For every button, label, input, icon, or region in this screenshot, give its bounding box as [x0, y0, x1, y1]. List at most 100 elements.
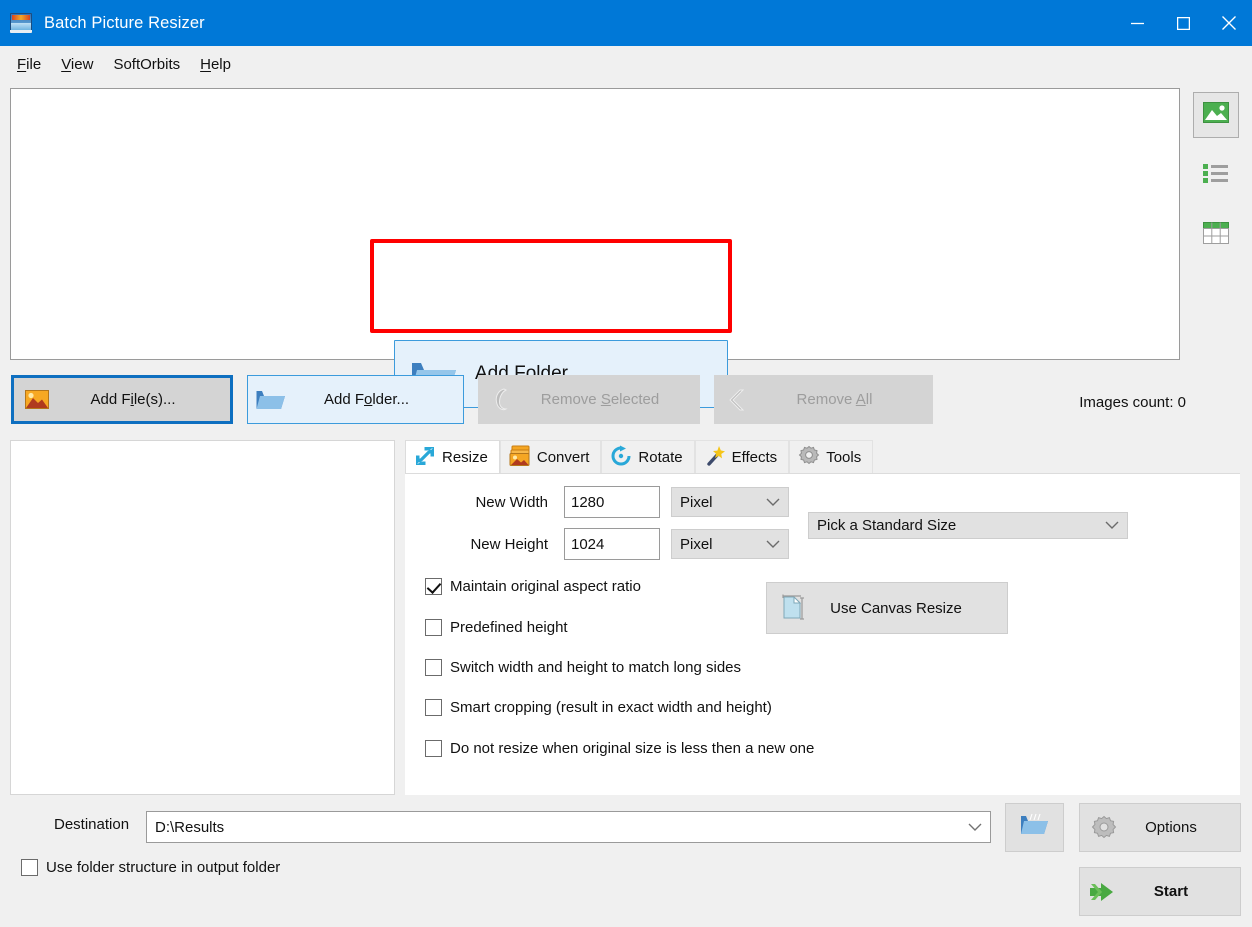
- checkbox-label: Predefined height: [450, 619, 568, 636]
- menu-item-file[interactable]: File: [8, 52, 50, 77]
- tab-convert-label: Convert: [537, 449, 590, 466]
- tab-resize[interactable]: Resize: [405, 440, 500, 474]
- remove-selected-label: Remove Selected: [525, 391, 699, 408]
- remove-all-button[interactable]: Remove All: [714, 375, 933, 424]
- checkbox-box[interactable]: [425, 699, 442, 716]
- menu-item-softorbits[interactable]: SoftOrbits: [104, 52, 189, 77]
- file-toolbar: Add File(s)... Add Folder... Remove Sele…: [0, 375, 1252, 425]
- image-list-panel[interactable]: [10, 440, 395, 795]
- menu-bar: File View SoftOrbits Help: [0, 46, 1252, 82]
- new-height-row: New Height 1024 Pixel: [430, 528, 789, 560]
- image-icon: [1203, 102, 1229, 128]
- tab-resize-label: Resize: [442, 449, 488, 466]
- checkbox-box[interactable]: [425, 740, 442, 757]
- menu-item-help[interactable]: Help: [191, 52, 240, 77]
- resize-arrows-icon: [414, 445, 436, 471]
- tab-convert[interactable]: Convert: [500, 440, 602, 474]
- convert-image-icon: [509, 445, 531, 471]
- checkbox-smart-cropping[interactable]: Smart cropping (result in exact width an…: [425, 699, 772, 716]
- options-button[interactable]: Options: [1079, 803, 1241, 852]
- tab-tools[interactable]: Tools: [789, 440, 873, 474]
- new-width-row: New Width 1280 Pixel: [430, 486, 789, 518]
- start-button[interactable]: Start: [1079, 867, 1241, 916]
- new-height-unit-value: Pixel: [680, 536, 713, 553]
- add-folder-button[interactable]: Add Folder...: [247, 375, 464, 424]
- green-arrow-icon: [1080, 880, 1128, 904]
- list-icon: [1203, 162, 1229, 188]
- start-label: Start: [1128, 883, 1240, 900]
- window-title: Batch Picture Resizer: [44, 14, 205, 33]
- new-width-unit-value: Pixel: [680, 494, 713, 511]
- checkbox-maintain-aspect-ratio[interactable]: Maintain original aspect ratio: [425, 578, 641, 595]
- tab-rotate-label: Rotate: [638, 449, 682, 466]
- checkbox-do-not-resize[interactable]: Do not resize when original size is less…: [425, 740, 814, 757]
- images-count-label: Images count: 0: [1079, 394, 1186, 411]
- tab-effects-label: Effects: [732, 449, 778, 466]
- tab-tools-label: Tools: [826, 449, 861, 466]
- chevron-down-icon: [766, 536, 780, 553]
- image-drop-area[interactable]: Add Folder...: [10, 88, 1180, 360]
- add-folder-label: Add Folder...: [294, 391, 463, 408]
- checkbox-label: Maintain original aspect ratio: [450, 578, 641, 595]
- menu-item-view[interactable]: View: [52, 52, 102, 77]
- checkbox-label: Do not resize when original size is less…: [450, 740, 814, 757]
- browse-destination-button[interactable]: [1005, 803, 1064, 852]
- checkbox-box[interactable]: [425, 659, 442, 676]
- checkbox-box[interactable]: [21, 859, 38, 876]
- use-canvas-resize-label: Use Canvas Resize: [819, 600, 1007, 617]
- menu-softorbits-label: SoftOrbits: [113, 56, 180, 73]
- destination-value: D:\Results: [155, 819, 224, 836]
- menu-file-rest: ile: [26, 56, 41, 73]
- standard-size-select[interactable]: Pick a Standard Size: [808, 512, 1128, 539]
- canvas-resize-icon: [767, 594, 819, 622]
- chevron-left-icon: [715, 388, 761, 412]
- view-mode-buttons: [1190, 92, 1242, 258]
- settings-tabs: Resize Convert Rotate: [405, 440, 1240, 474]
- menu-view-rest: iew: [71, 56, 94, 73]
- new-height-input[interactable]: 1024: [564, 528, 660, 560]
- add-files-button[interactable]: Add File(s)...: [11, 375, 233, 424]
- gear-icon: [798, 445, 820, 471]
- close-icon[interactable]: [1206, 0, 1252, 46]
- chevron-down-icon: [766, 494, 780, 511]
- view-mode-details-button[interactable]: [1193, 212, 1239, 258]
- view-mode-thumbnail-button[interactable]: [1193, 92, 1239, 138]
- checkbox-use-folder-structure[interactable]: Use folder structure in output folder: [21, 859, 280, 876]
- remove-icon: [479, 388, 525, 412]
- destination-label: Destination: [54, 816, 129, 833]
- destination-input[interactable]: D:\Results: [146, 811, 991, 843]
- checkbox-label: Use folder structure in output folder: [46, 859, 280, 876]
- checkbox-box[interactable]: [425, 619, 442, 636]
- use-canvas-resize-button[interactable]: Use Canvas Resize: [766, 582, 1008, 634]
- options-label: Options: [1128, 819, 1240, 836]
- open-folder-icon: [1020, 812, 1050, 843]
- remove-selected-button[interactable]: Remove Selected: [478, 375, 700, 424]
- tab-effects[interactable]: Effects: [695, 440, 790, 474]
- menu-help-rest: elp: [211, 56, 231, 73]
- checkbox-label: Smart cropping (result in exact width an…: [450, 699, 772, 716]
- title-bar: Batch Picture Resizer: [0, 0, 1252, 46]
- new-width-input[interactable]: 1280: [564, 486, 660, 518]
- minimize-icon[interactable]: [1114, 0, 1160, 46]
- gear-icon: [1080, 815, 1128, 841]
- table-grid-icon: [1203, 222, 1229, 249]
- new-width-unit-select[interactable]: Pixel: [671, 487, 789, 517]
- checkbox-switch-width-height[interactable]: Switch width and height to match long si…: [425, 659, 741, 676]
- standard-size-value: Pick a Standard Size: [817, 517, 956, 534]
- chevron-down-icon: [1105, 517, 1119, 534]
- folder-open-icon: [248, 388, 294, 411]
- tab-rotate[interactable]: Rotate: [601, 440, 694, 474]
- app-photo-icon: [10, 13, 32, 33]
- add-files-label: Add File(s)...: [60, 391, 230, 408]
- new-height-unit-select[interactable]: Pixel: [671, 529, 789, 559]
- chevron-down-icon[interactable]: [968, 819, 982, 836]
- new-height-label: New Height: [430, 536, 548, 553]
- checkbox-box[interactable]: [425, 578, 442, 595]
- new-width-label: New Width: [430, 494, 548, 511]
- checkbox-predefined-height[interactable]: Predefined height: [425, 619, 568, 636]
- maximize-icon[interactable]: [1160, 0, 1206, 46]
- view-mode-list-button[interactable]: [1193, 152, 1239, 198]
- window-controls: [1114, 0, 1252, 46]
- magic-wand-icon: [704, 445, 726, 471]
- rotate-icon: [610, 445, 632, 471]
